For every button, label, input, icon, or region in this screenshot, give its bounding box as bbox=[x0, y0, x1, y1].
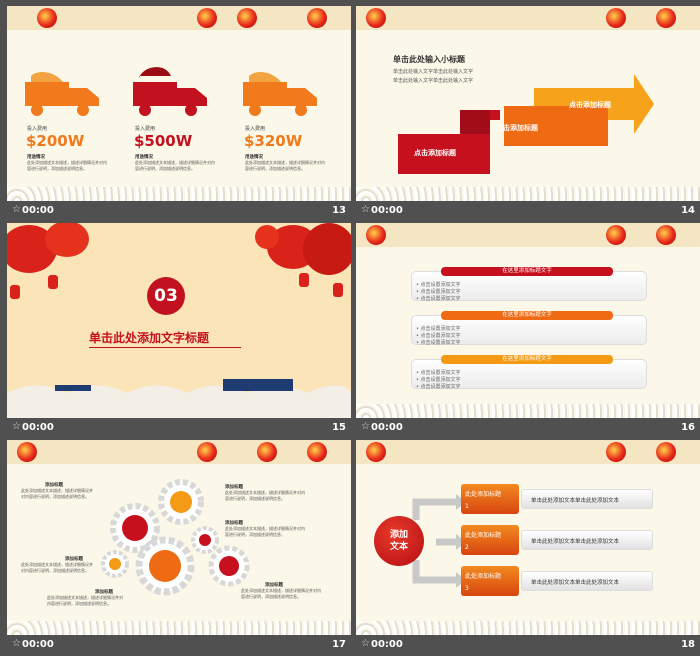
slide-18[interactable]: 添加 文本 此处添加标题 1 单击此处添加文本单击此处添加文本 此处添加标题 2… bbox=[356, 440, 700, 656]
slide-footer: ☆ 00:00 16 bbox=[356, 418, 700, 439]
row-number: 1 bbox=[465, 503, 469, 510]
slide-16-canvas: 在这里添加标题文字 • 点击设置添加文字 • 点击设置添加文字 • 点击设置添加… bbox=[356, 223, 700, 418]
group-item: • 点击设置添加文字 bbox=[416, 370, 461, 376]
slide-time: 00:00 bbox=[371, 422, 403, 433]
gear-label-desc: 此处添加描述文本描述，描述详细情况并对内容进行说明，添加描述说明信息。 bbox=[21, 562, 93, 573]
slide-17[interactable]: 添加标题 此处添加描述文本描述，描述详细情况并对内容进行说明，添加描述说明信息。… bbox=[7, 440, 351, 656]
slide-15-canvas: 03 单击此处添加文字标题 bbox=[7, 223, 351, 418]
slide-footer: ☆ 00:00 13 bbox=[7, 201, 351, 222]
slide-time: 00:00 bbox=[22, 205, 54, 216]
gear-label-desc: 此处添加描述文本描述，描述详细情况并对内容进行说明，添加描述说明信息。 bbox=[47, 595, 123, 606]
row-text: 单击此处添加文本单击此处添加文本 bbox=[531, 580, 620, 586]
step-label: 点击添加标题 bbox=[496, 124, 538, 132]
slide-number: 13 bbox=[332, 205, 346, 216]
slide-time: 00:00 bbox=[22, 422, 54, 433]
group-item: • 点击设置添加文字 bbox=[416, 326, 461, 332]
star-icon: ☆ bbox=[361, 638, 370, 649]
slide-number: 17 bbox=[332, 639, 346, 650]
slide-13-canvas: 投入费用 $200W 用途情况 此处添加描述文本描述，描述详细情况并对内容进行说… bbox=[7, 6, 351, 201]
lantern-band bbox=[356, 440, 700, 464]
lantern-band bbox=[7, 440, 351, 464]
truck-icon bbox=[25, 72, 99, 116]
slide-footer: ☆ 00:00 15 bbox=[7, 418, 351, 439]
wave-border bbox=[7, 621, 351, 635]
star-icon: ☆ bbox=[12, 421, 21, 432]
center-circle: 添加 文本 bbox=[374, 516, 424, 566]
item-desc: 此处添加描述文本描述，描述详细情况并对内容进行说明，添加描述说明信息。 bbox=[135, 160, 215, 171]
row-text: 单击此处添加文本单击此处添加文本 bbox=[531, 498, 620, 504]
gear-label-desc: 此处添加描述文本描述，描述详细情况并对内容进行说明，添加描述说明信息。 bbox=[225, 526, 305, 537]
slide-footer: ☆ 00:00 14 bbox=[356, 201, 700, 222]
section-badge: 03 bbox=[147, 277, 185, 315]
lantern-band bbox=[356, 223, 700, 247]
slide-time: 00:00 bbox=[371, 639, 403, 650]
group-item: • 点击设置添加文字 bbox=[416, 340, 461, 346]
slide-footer: ☆ 00:00 18 bbox=[356, 635, 700, 656]
group-item: • 点击设置添加文字 bbox=[416, 282, 461, 288]
lantern-band bbox=[7, 6, 351, 30]
group-item: • 点击设置添加文字 bbox=[416, 384, 461, 390]
slide-14[interactable]: 单击此处输入小标题 单击此处输入文字单击此处输入文字 单击此处输入文字单击此处输… bbox=[356, 6, 700, 222]
star-icon: ☆ bbox=[361, 421, 370, 432]
slide-time: 00:00 bbox=[22, 639, 54, 650]
item-label: 投入费用 bbox=[245, 126, 266, 132]
slide-number: 18 bbox=[681, 639, 695, 650]
group-item: • 点击设置添加文字 bbox=[416, 289, 461, 295]
section-heading: 单击此处添加文字标题 bbox=[89, 331, 210, 345]
item-value: $200W bbox=[26, 132, 85, 150]
truck-icon bbox=[243, 72, 317, 116]
slide-14-canvas: 单击此处输入小标题 单击此处输入文字单击此处输入文字 单击此处输入文字单击此处输… bbox=[356, 6, 700, 201]
row-number: 3 bbox=[465, 585, 469, 592]
slide-footer: ☆ 00:00 17 bbox=[7, 635, 351, 656]
subtitle: 单击此处输入小标题 bbox=[393, 55, 465, 64]
slide-13[interactable]: 投入费用 $200W 用途情况 此处添加描述文本描述，描述详细情况并对内容进行说… bbox=[7, 6, 351, 222]
star-icon: ☆ bbox=[12, 638, 21, 649]
group-title: 在这里添加标题文字 bbox=[441, 355, 613, 364]
heading-underline bbox=[89, 347, 241, 348]
group-item: • 点击设置添加文字 bbox=[416, 296, 461, 302]
wave-border bbox=[356, 187, 700, 201]
slide-15[interactable]: 03 单击此处添加文字标题 ☆ 00:00 15 bbox=[7, 223, 351, 439]
star-icon: ☆ bbox=[12, 204, 21, 215]
gear-label-desc: 此处添加描述文本描述，描述详细情况并对内容进行说明，添加描述说明信息。 bbox=[241, 588, 321, 599]
item-value: $320W bbox=[244, 132, 303, 150]
slide-number: 16 bbox=[681, 422, 695, 433]
slide-17-canvas: 添加标题 此处添加描述文本描述，描述详细情况并对内容进行说明，添加描述说明信息。… bbox=[7, 440, 351, 635]
slide-number: 15 bbox=[332, 422, 346, 433]
star-icon: ☆ bbox=[361, 204, 370, 215]
item-desc: 此处添加描述文本描述，描述详细情况并对内容进行说明，添加描述说明信息。 bbox=[27, 160, 107, 171]
item-label: 投入费用 bbox=[27, 126, 48, 132]
item-value: $500W bbox=[134, 132, 193, 150]
row-title: 此处添加标题 bbox=[465, 491, 502, 498]
row-title: 此处添加标题 bbox=[465, 573, 502, 580]
group-item: • 点击设置添加文字 bbox=[416, 377, 461, 383]
row-title: 此处添加标题 bbox=[465, 532, 502, 539]
wave-border bbox=[7, 187, 351, 201]
cloud-roof-icon bbox=[7, 379, 351, 418]
group-title: 在这里添加标题文字 bbox=[441, 311, 613, 320]
slide-time: 00:00 bbox=[371, 205, 403, 216]
gear-label-desc: 此处添加描述文本描述，描述详细情况并对内容进行说明，添加描述说明信息。 bbox=[21, 488, 93, 499]
lantern-band bbox=[356, 6, 700, 30]
truck-icon bbox=[133, 67, 207, 116]
group-item: • 点击设置添加文字 bbox=[416, 333, 461, 339]
step-label: 点击添加标题 bbox=[414, 149, 456, 157]
row-number: 2 bbox=[465, 544, 469, 551]
slide-number: 14 bbox=[681, 205, 695, 216]
slide-16[interactable]: 在这里添加标题文字 • 点击设置添加文字 • 点击设置添加文字 • 点击设置添加… bbox=[356, 223, 700, 439]
gear-label-desc: 此处添加描述文本描述，描述详细情况并对内容进行说明，添加描述说明信息。 bbox=[225, 490, 305, 501]
wave-border bbox=[356, 621, 700, 635]
row-text: 单击此处添加文本单击此处添加文本 bbox=[531, 539, 620, 545]
group-title: 在这里添加标题文字 bbox=[441, 267, 613, 276]
step-label: 点击添加标题 bbox=[569, 101, 611, 109]
wave-border bbox=[356, 404, 700, 418]
item-desc: 此处添加描述文本描述，描述详细情况并对内容进行说明，添加描述说明信息。 bbox=[245, 160, 325, 171]
slide-18-canvas: 添加 文本 此处添加标题 1 单击此处添加文本单击此处添加文本 此处添加标题 2… bbox=[356, 440, 700, 635]
item-label: 投入费用 bbox=[135, 126, 156, 132]
